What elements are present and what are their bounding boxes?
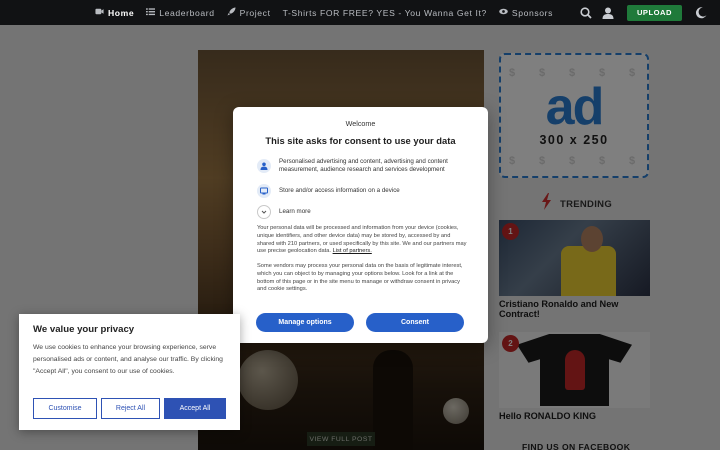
device-icon [257, 184, 271, 198]
privacy-title: We value your privacy [33, 324, 135, 335]
user-icon[interactable] [601, 6, 615, 20]
person-icon [257, 159, 271, 173]
nav-item-home[interactable]: Home [95, 7, 134, 18]
search-icon[interactable] [579, 6, 593, 20]
eye-icon [499, 7, 508, 18]
customise-button[interactable]: Customise [33, 398, 97, 419]
consent-purpose: Store and/or access information on a dev… [257, 184, 477, 198]
consent-purpose: Personalised advertising and content, ad… [257, 158, 477, 174]
video-icon [95, 7, 104, 18]
nav-item-sponsors[interactable]: Sponsors [499, 7, 553, 18]
consent-body-text: Your personal data will be processed and… [257, 225, 467, 256]
nav-item-label: T-Shirts FOR FREE? YES - You Wanna Get I… [282, 7, 487, 18]
consent-purpose-text: Personalised advertising and content, ad… [279, 158, 448, 173]
upload-button[interactable]: UPLOAD [626, 4, 682, 21]
privacy-text: We use cookies to enhance your browsing … [33, 344, 223, 375]
nav-menu: Home Leaderboard Project T-Shirts FOR FR… [95, 0, 553, 25]
nav-actions: UPLOAD [579, 0, 708, 25]
consent-button[interactable]: Consent [366, 313, 464, 332]
list-icon [146, 7, 156, 18]
reject-all-button[interactable]: Reject All [101, 398, 160, 419]
consent-body-text-2: Some vendors may process your personal d… [257, 263, 463, 293]
privacy-banner: We value your privacy We use cookies to … [19, 314, 240, 430]
consent-title: This site asks for consent to use your d… [265, 135, 456, 146]
top-navigation: Home Leaderboard Project T-Shirts FOR FR… [0, 0, 720, 25]
consent-dialog: Welcome This site asks for consent to us… [233, 107, 488, 343]
nav-item-label: Home [108, 7, 135, 18]
nav-item-label: Sponsors [511, 7, 553, 18]
nav-item-label: Project [239, 7, 271, 18]
learn-more-label: Learn more [279, 208, 311, 215]
moon-icon[interactable] [694, 6, 708, 20]
manage-options-button[interactable]: Manage options [256, 313, 354, 332]
chevron-down-icon [257, 205, 271, 219]
accept-all-button[interactable]: Accept All [164, 398, 226, 419]
learn-more-toggle[interactable]: Learn more [257, 205, 477, 219]
rocket-icon [227, 7, 236, 18]
partners-link[interactable]: List of partners. [333, 248, 372, 254]
consent-welcome: Welcome [345, 119, 376, 128]
nav-item-tshirts[interactable]: T-Shirts FOR FREE? YES - You Wanna Get I… [283, 8, 487, 18]
nav-item-project[interactable]: Project [227, 7, 271, 18]
nav-item-label: Leaderboard [159, 7, 215, 18]
consent-purpose-text: Store and/or access information on a dev… [279, 187, 400, 194]
nav-item-leaderboard[interactable]: Leaderboard [146, 7, 214, 18]
